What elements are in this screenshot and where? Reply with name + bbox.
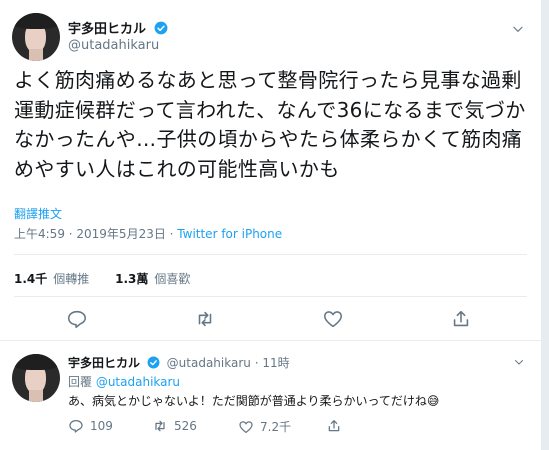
retweets-label: 個轉推 [53, 272, 90, 286]
reply-tweet[interactable]: 宇多田ヒカル @utadahikaru · 11時 回覆 @utadahikar… [0, 342, 541, 450]
display-name[interactable]: 宇多田ヒカル [68, 356, 140, 370]
divider [14, 296, 527, 297]
like-count-button[interactable]: 7.2千 [238, 418, 291, 435]
engagement-stats: 1.4千 個轉推 1.3萬 個喜歡 [14, 270, 212, 287]
retweet-count: 526 [174, 419, 197, 433]
retweets-count: 1.4千 [14, 272, 48, 286]
reply-actions: 109 526 7.2千 [68, 418, 448, 436]
likes-label: 個喜歡 [154, 272, 191, 286]
replying-to: 回覆 @utadahikaru [68, 373, 180, 390]
tweet-timestamp: 上午4:59 · 2019年5月23日 · Twitter for iPhone [14, 225, 282, 242]
divider [0, 340, 541, 341]
replying-to-link[interactable]: @utadahikaru [96, 375, 180, 389]
share-button[interactable] [326, 418, 342, 434]
page-background-rail [541, 0, 549, 450]
share-icon[interactable] [450, 308, 472, 330]
retweet-count-button[interactable]: 526 [152, 418, 197, 434]
verified-badge-icon [154, 21, 168, 35]
tweet-text: よく筋肉痛めるなあと思って整骨院行ったら見事な過剰 運動症候群だって言われた、な… [14, 68, 526, 181]
avatar[interactable] [12, 354, 60, 402]
tweet-actions [0, 308, 541, 332]
display-name[interactable]: 宇多田ヒカル [68, 22, 146, 37]
retweets-stat[interactable]: 1.4千 個轉推 [14, 272, 89, 286]
like-icon [239, 420, 253, 433]
chevron-down-icon[interactable] [511, 22, 525, 36]
timestamp-text[interactable]: 上午4:59 · 2019年5月23日 · [14, 227, 177, 241]
main-tweet: 宇多田ヒカル @utadahikaru よく筋肉痛めるなあと思って整骨院行ったら… [0, 0, 541, 340]
like-icon[interactable] [322, 308, 344, 330]
translate-tweet-link[interactable]: 翻譯推文 [14, 205, 62, 222]
reply-count: 109 [90, 419, 113, 433]
like-count: 7.2千 [260, 420, 292, 434]
reply-text: あ、病気とかじゃないよ！ただ関節が普通より柔らかいってだけね😅 [68, 394, 440, 408]
tweet-detail-panel: 宇多田ヒカル @utadahikaru よく筋肉痛めるなあと思って整骨院行ったら… [0, 0, 542, 450]
reply-author-row: 宇多田ヒカル @utadahikaru · 11時 [68, 354, 290, 371]
reply-icon[interactable] [66, 308, 88, 330]
author-name-row[interactable]: 宇多田ヒカル [68, 18, 168, 37]
verified-badge-icon [147, 356, 160, 369]
likes-stat[interactable]: 1.3萬 個喜歡 [115, 272, 190, 286]
chevron-down-icon[interactable] [513, 356, 525, 368]
source-link[interactable]: Twitter for iPhone [177, 227, 282, 241]
handle[interactable]: @utadahikaru [68, 38, 159, 53]
share-icon [328, 420, 340, 432]
retweet-icon [155, 420, 165, 432]
handle-and-time[interactable]: @utadahikaru · 11時 [167, 356, 290, 370]
likes-count: 1.3萬 [115, 272, 149, 286]
reply-icon [69, 420, 83, 433]
reply-count-button[interactable]: 109 [68, 418, 113, 434]
replying-prefix: 回覆 [68, 375, 96, 389]
divider [14, 254, 527, 255]
retweet-icon[interactable] [194, 308, 216, 330]
avatar[interactable] [12, 13, 60, 61]
